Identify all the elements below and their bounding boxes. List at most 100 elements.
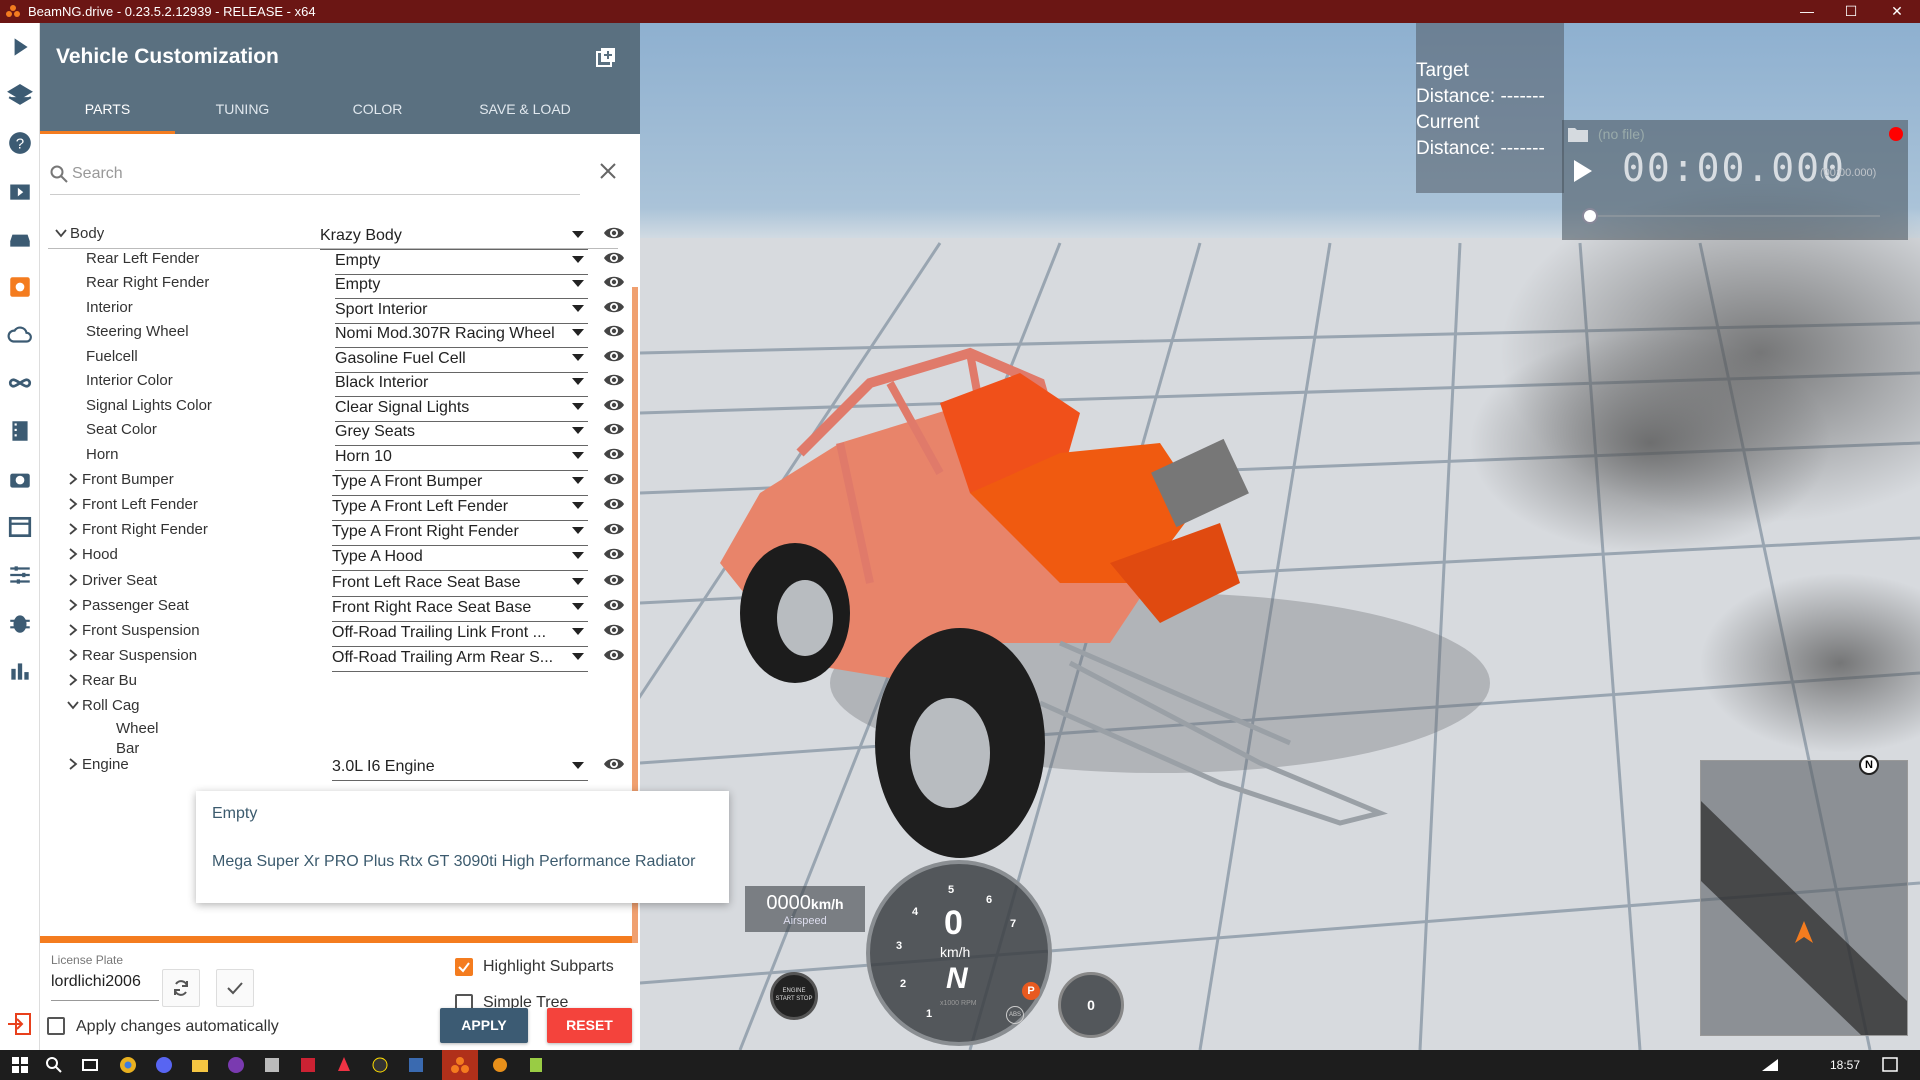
visibility-eye-icon[interactable]: [603, 298, 625, 316]
visibility-eye-icon[interactable]: [603, 445, 625, 463]
dropdown-arrow-icon[interactable]: [572, 378, 584, 385]
options-sliders-icon[interactable]: [4, 559, 36, 591]
ui-apps-icon[interactable]: [4, 511, 36, 543]
maximize-button[interactable]: ☐: [1828, 0, 1874, 23]
dropdown-arrow-icon[interactable]: [572, 653, 584, 660]
chevron-right-icon[interactable]: [66, 573, 80, 587]
network-icon[interactable]: [1760, 1055, 1780, 1075]
tab-tuning[interactable]: TUNING: [175, 101, 310, 134]
file-explorer-icon[interactable]: [190, 1055, 210, 1075]
apply-plate-button[interactable]: [216, 969, 254, 1007]
chevron-right-icon[interactable]: [66, 598, 80, 612]
vehicle-config-icon[interactable]: [4, 271, 36, 303]
vehicles-icon[interactable]: [4, 223, 36, 255]
dropdown-arrow-icon[interactable]: [572, 329, 584, 336]
visibility-eye-icon[interactable]: [603, 396, 625, 414]
horizontal-scrollbar[interactable]: [40, 936, 632, 943]
notifications-icon[interactable]: [1880, 1055, 1900, 1075]
dropdown-arrow-icon[interactable]: [572, 231, 584, 238]
visibility-eye-icon[interactable]: [603, 224, 625, 242]
dropdown-arrow-icon[interactable]: [572, 477, 584, 484]
dropdown-arrow-icon[interactable]: [572, 527, 584, 534]
tab-save-load[interactable]: SAVE & LOAD: [445, 101, 605, 134]
apply-automatically-checkbox[interactable]: [47, 1017, 65, 1035]
part-select[interactable]: 3.0L I6 Engine: [332, 753, 588, 781]
copy-icon[interactable]: [594, 45, 618, 69]
close-window-button[interactable]: ✕: [1874, 0, 1920, 23]
chevron-right-icon[interactable]: [66, 673, 80, 687]
camera-icon[interactable]: [4, 463, 36, 495]
visibility-eye-icon[interactable]: [603, 646, 625, 664]
chevron-right-icon[interactable]: [66, 472, 80, 486]
dropdown-arrow-icon[interactable]: [572, 354, 584, 361]
visibility-eye-icon[interactable]: [603, 596, 625, 614]
dropdown-arrow-icon[interactable]: [572, 403, 584, 410]
engine-start-stop-button[interactable]: ENGINE START STOP: [770, 972, 818, 1020]
app-icon[interactable]: [526, 1055, 546, 1075]
visibility-eye-icon[interactable]: [603, 495, 625, 513]
record-icon[interactable]: [1888, 126, 1904, 142]
help-icon[interactable]: ?: [4, 127, 36, 159]
app-icon[interactable]: [490, 1055, 510, 1075]
chevron-right-icon[interactable]: [66, 623, 80, 637]
app-icon[interactable]: [406, 1055, 426, 1075]
search-input[interactable]: [72, 161, 552, 187]
highlight-subparts-checkbox[interactable]: [455, 958, 473, 976]
debug-bug-icon[interactable]: [4, 607, 36, 639]
chrome-icon[interactable]: [118, 1055, 138, 1075]
play-menu-icon[interactable]: [4, 31, 36, 63]
dropdown-arrow-icon[interactable]: [572, 427, 584, 434]
dropdown-arrow-icon[interactable]: [572, 305, 584, 312]
exit-icon[interactable]: [6, 1010, 34, 1038]
visibility-eye-icon[interactable]: [603, 545, 625, 563]
app-icon[interactable]: [370, 1055, 390, 1075]
dropdown-arrow-icon[interactable]: [572, 762, 584, 769]
folder-icon[interactable]: [1568, 126, 1588, 142]
clear-search-icon[interactable]: [595, 158, 621, 184]
replay-film-icon[interactable]: [4, 415, 36, 447]
visibility-eye-icon[interactable]: [603, 571, 625, 589]
chevron-down-icon[interactable]: [66, 698, 80, 712]
dropdown-arrow-icon[interactable]: [572, 603, 584, 610]
dropdown-arrow-icon[interactable]: [572, 552, 584, 559]
chevron-down-icon[interactable]: [54, 226, 68, 240]
discord-icon[interactable]: [154, 1055, 174, 1075]
chevron-right-icon[interactable]: [66, 547, 80, 561]
visibility-eye-icon[interactable]: [603, 273, 625, 291]
app-icon[interactable]: [262, 1055, 282, 1075]
reset-button[interactable]: RESET: [547, 1008, 632, 1043]
visibility-eye-icon[interactable]: [603, 520, 625, 538]
app-icon[interactable]: [298, 1055, 318, 1075]
tab-color[interactable]: COLOR: [310, 101, 445, 134]
task-view-icon[interactable]: [80, 1055, 100, 1075]
dropdown-arrow-icon[interactable]: [572, 578, 584, 585]
chevron-right-icon[interactable]: [66, 648, 80, 662]
dropdown-option-radiator[interactable]: Mega Super Xr PRO Plus Rtx GT 3090ti Hig…: [212, 853, 695, 871]
layers-icon[interactable]: [4, 79, 36, 111]
replay-slider-handle[interactable]: [1582, 208, 1598, 224]
chevron-right-icon[interactable]: [66, 757, 80, 771]
play-icon[interactable]: [1572, 158, 1594, 184]
visibility-eye-icon[interactable]: [603, 621, 625, 639]
minimize-button[interactable]: —: [1784, 0, 1830, 23]
dropdown-arrow-icon[interactable]: [572, 628, 584, 635]
minimap[interactable]: N: [1700, 755, 1908, 1036]
app-icon[interactable]: [334, 1055, 354, 1075]
visibility-eye-icon[interactable]: [603, 322, 625, 340]
loop-icon[interactable]: [4, 367, 36, 399]
visibility-eye-icon[interactable]: [603, 371, 625, 389]
visibility-eye-icon[interactable]: [603, 755, 625, 773]
randomize-plate-button[interactable]: [162, 969, 200, 1007]
scenarios-icon[interactable]: [4, 175, 36, 207]
replay-slider[interactable]: [1590, 215, 1880, 217]
visibility-eye-icon[interactable]: [603, 347, 625, 365]
dropdown-option-empty[interactable]: Empty: [212, 805, 257, 823]
apply-button[interactable]: APPLY: [440, 1008, 528, 1043]
visibility-eye-icon[interactable]: [603, 470, 625, 488]
environment-icon[interactable]: [4, 319, 36, 351]
tab-parts[interactable]: PARTS: [40, 101, 175, 134]
dropdown-arrow-icon[interactable]: [572, 502, 584, 509]
visibility-eye-icon[interactable]: [603, 420, 625, 438]
chevron-right-icon[interactable]: [66, 522, 80, 536]
search-icon[interactable]: [44, 1055, 64, 1075]
